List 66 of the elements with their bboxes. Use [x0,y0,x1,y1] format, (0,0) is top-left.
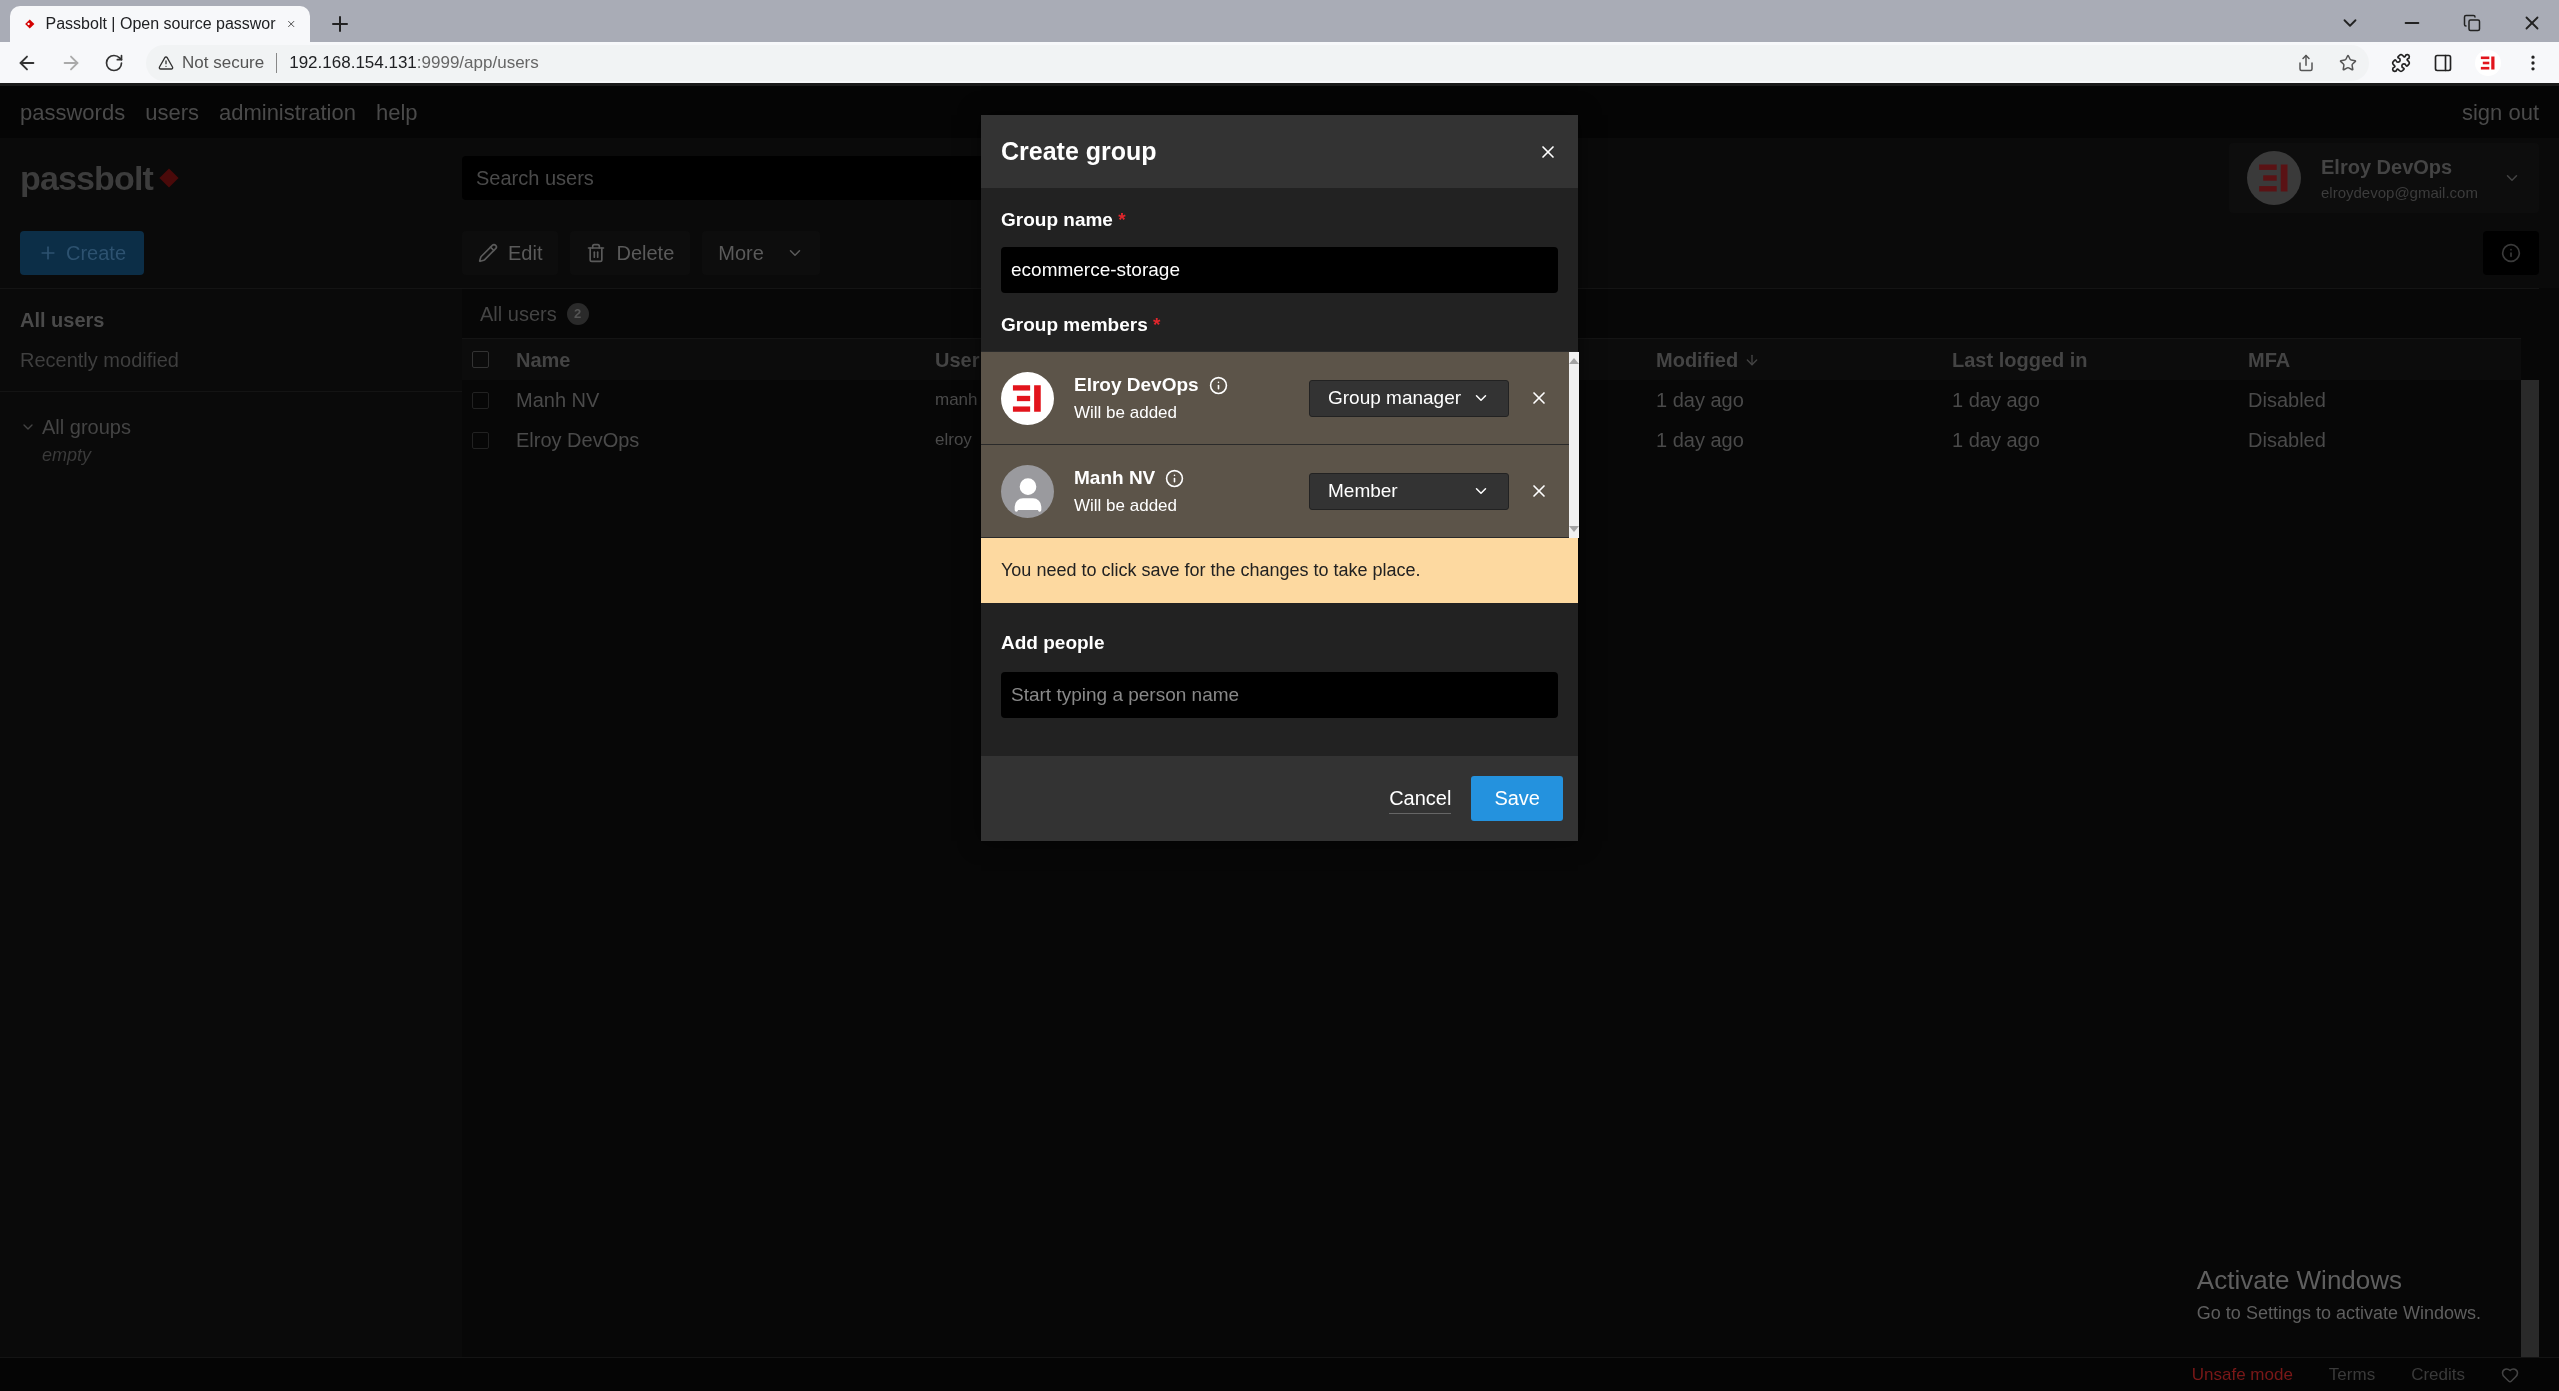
extensions-icon[interactable] [2391,52,2411,73]
group-name-field[interactable]: ecommerce-storage [1001,246,1558,293]
header-checkbox[interactable] [472,351,489,368]
table-cell: Manh NV [516,389,600,411]
row-checkbox[interactable] [472,391,489,409]
field-label: Group members * [1001,312,1162,337]
member-status: Will be added [1074,401,1178,424]
reload-icon[interactable] [104,52,124,73]
address-bar[interactable]: Not secure 192.168.154.131:9999/app/users [146,44,2369,81]
member-status: Will be added [1074,494,1178,517]
table-cell: 1 day ago [1656,429,1744,451]
pencil-icon [478,243,498,263]
warning-text: You need to click save for the changes to take place. [1001,559,1421,582]
add-people-field[interactable]: Start typing a person name [1001,671,1558,718]
side-panel-icon[interactable] [2433,52,2453,73]
info-icon [2501,243,2521,263]
profile-avatar-icon [2475,49,2501,76]
save-button[interactable]: Save [1471,775,1563,821]
table-cell: elroy [935,430,972,450]
url-text: 192.168.154.131:9999/app/users [289,51,539,74]
bookmark-star-icon[interactable] [2339,53,2357,72]
security-label: Not secure [182,51,265,74]
member-name: Manh NV [1074,466,1156,490]
os-notice-title: Activate Windows [2196,1264,2404,1297]
table-cell: 1 day ago [1952,389,2040,411]
user-avatar-icon [1001,464,1054,518]
unsafe-mode-link[interactable]: Unsafe mode [2191,1361,2293,1388]
nav-link[interactable]: administration [218,95,356,129]
trash-icon [586,243,607,263]
sign-out-link[interactable]: sign out [2461,95,2539,129]
avatar-icon [1001,371,1054,425]
info-icon[interactable] [1165,468,1185,488]
nav-link[interactable]: help [375,95,418,129]
field-label: Group name * [1001,208,1127,232]
role-select[interactable]: Member [1309,472,1509,510]
groups-label[interactable]: All groups [42,412,131,442]
tab-title: Passbolt | Open source passwor [45,14,276,34]
filter-item[interactable]: All users [20,305,442,335]
breadcrumb: All users [480,301,557,327]
browser-tab[interactable]: Passbolt | Open source passwor [10,6,310,42]
column-header[interactable]: MFA [2248,344,2291,375]
table-cell: Disabled [2248,429,2326,451]
member-name: Elroy DevOps [1074,373,1199,397]
column-header[interactable]: Name [516,344,571,375]
table-cell: 1 day ago [1656,389,1744,411]
table-cell: Disabled [2248,389,2326,411]
column-header[interactable]: Last logged in [1952,344,2088,375]
cancel-link[interactable]: Cancel [1389,782,1452,814]
os-notice-text: Go to Settings to activate Windows. [2196,1302,2481,1325]
table-cell: manh [935,390,978,410]
row-checkbox[interactable] [472,431,489,449]
nav-link[interactable]: passwords [20,95,126,129]
avatar-icon [2247,151,2301,205]
share-icon[interactable] [2297,53,2315,72]
logo-mark-icon [157,166,181,190]
nav-link[interactable]: users [145,95,199,129]
column-header[interactable]: Modified [1656,344,1761,375]
role-select[interactable]: Group manager [1309,379,1509,417]
scrollbar[interactable] [2521,380,2539,1357]
table-cell: Elroy DevOps [516,429,640,451]
table-cell: 1 day ago [1952,429,2040,451]
field-label: Add people [1001,631,1106,655]
restore-icon[interactable] [2463,14,2481,32]
column-header[interactable]: User [935,344,980,375]
info-icon[interactable] [1208,375,1228,395]
warning-icon [158,54,174,71]
